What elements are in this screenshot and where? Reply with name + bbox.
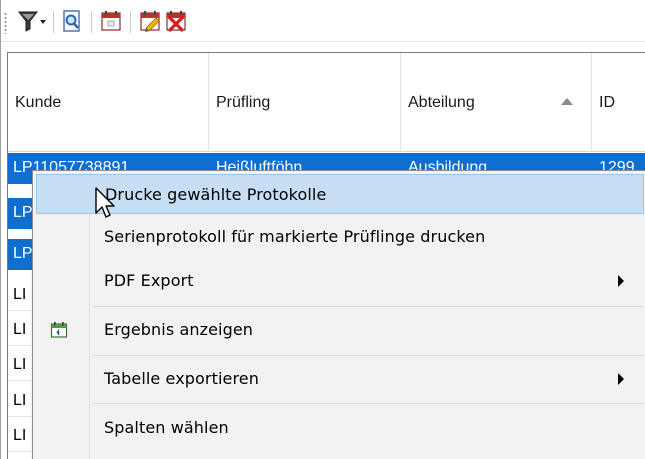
submenu-arrow-icon: [618, 373, 624, 385]
column-header-label: ID: [599, 93, 615, 111]
menu-item-series-protocol[interactable]: Serienprotokoll für markierte Prüflinge …: [36, 217, 644, 257]
column-header-kunde[interactable]: Kunde: [8, 53, 209, 152]
edit-calendar-icon[interactable]: [137, 8, 163, 34]
menu-item-label: Drucke gewählte Protokolle: [105, 185, 327, 204]
cell-kunde: LI: [13, 356, 27, 373]
column-header-id[interactable]: ID: [592, 53, 645, 152]
cell-kunde: LI: [13, 392, 27, 409]
context-menu: Drucke gewählte Protokolle Serienprotoko…: [32, 170, 645, 459]
mouse-cursor-icon: [94, 187, 118, 223]
toolbar-separator: [53, 11, 54, 33]
menu-item-show-result[interactable]: Ergebnis anzeigen: [36, 310, 644, 350]
menu-item-label: Tabelle exportieren: [104, 369, 259, 388]
calendar-icon[interactable]: [98, 8, 124, 34]
menu-item-label: Serienprotokoll für markierte Prüflinge …: [104, 227, 486, 246]
menu-separator: [93, 355, 643, 356]
toolbar-separator: [91, 11, 92, 33]
cell-kunde: LP: [13, 245, 33, 262]
menu-item-label: Spalten wählen: [104, 418, 229, 437]
toolbar: [1, 0, 645, 42]
preview-icon[interactable]: [59, 8, 85, 34]
grid-header: Kunde Prüfling Abteilung ID: [8, 53, 645, 152]
menu-item-print-selected-protocols[interactable]: Drucke gewählte Protokolle: [36, 174, 644, 214]
cell-kunde: LI: [13, 286, 27, 303]
menu-item-choose-columns[interactable]: Spalten wählen: [36, 408, 644, 448]
column-header-pruefling[interactable]: Prüfling: [209, 53, 401, 152]
toolbar-grip[interactable]: [4, 12, 7, 34]
delete-calendar-icon[interactable]: [163, 8, 189, 34]
menu-separator: [93, 403, 643, 404]
menu-item-export-table[interactable]: Tabelle exportieren: [36, 359, 644, 399]
column-header-abteilung[interactable]: Abteilung: [401, 53, 592, 152]
column-header-label: Abteilung: [408, 93, 475, 111]
menu-separator: [93, 306, 643, 307]
cell-kunde: LI: [13, 427, 27, 444]
menu-item-pdf-export[interactable]: PDF Export: [36, 261, 644, 301]
menu-item-label: Ergebnis anzeigen: [104, 320, 254, 339]
menu-item-label: PDF Export: [104, 271, 194, 290]
column-header-label: Kunde: [15, 93, 62, 111]
toolbar-separator: [130, 11, 131, 33]
filter-dropdown-icon[interactable]: [17, 8, 49, 34]
cell-kunde: LP: [13, 204, 33, 221]
window: Kunde Prüfling Abteilung ID LP1105773889…: [0, 0, 645, 459]
column-header-label: Prüfling: [216, 93, 271, 111]
sort-ascending-icon: [561, 98, 573, 105]
result-calendar-icon: [50, 321, 68, 339]
submenu-arrow-icon: [618, 275, 624, 287]
cell-kunde: LI: [13, 321, 27, 338]
